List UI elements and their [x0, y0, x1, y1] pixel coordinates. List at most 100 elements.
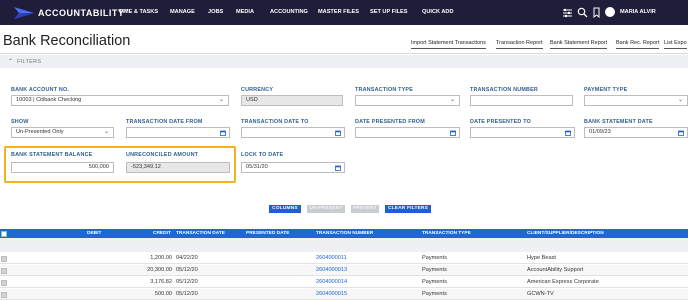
payment-type-select[interactable]: ⌄	[584, 95, 688, 106]
statement-date-input[interactable]: 01/09/23	[584, 127, 688, 138]
transaction-date-cell: 05/12/20	[176, 267, 198, 273]
column-header-presented-date[interactable]: PRESENTED DATE	[246, 229, 289, 238]
list-export-link[interactable]: List Expo	[664, 40, 687, 49]
row-checkbox[interactable]	[1, 267, 7, 274]
transaction-report-link[interactable]: Transaction Report	[496, 40, 543, 49]
app-logo[interactable]: ACCOUNTABILITY™	[14, 5, 129, 20]
calendar-icon[interactable]	[335, 130, 341, 136]
row-checkbox[interactable]	[1, 255, 7, 262]
presented-to-input[interactable]	[470, 127, 575, 138]
transaction-type-cell: Payments	[422, 279, 447, 285]
logo-text: ACCOUNTABILITY™	[38, 7, 129, 18]
table-row[interactable]: 20,300.00 05/12/20 2604000013 Payments A…	[0, 265, 688, 276]
column-header-debit[interactable]: DEBIT	[87, 229, 101, 238]
statement-balance-label: BANK STATEMENT BALANCE	[11, 152, 93, 158]
presented-from-input[interactable]	[355, 127, 460, 138]
show-label: SHOW	[11, 119, 29, 125]
top-nav-bar: ACCOUNTABILITY™ TIME & TASKS MANAGE JOBS…	[0, 0, 688, 25]
unreconciled-label: UNRECONCILED AMOUNT	[126, 152, 199, 158]
filters-label: FILTERS	[17, 58, 42, 65]
bank-account-select[interactable]: 10003 | Citibank Checking ⌄	[11, 95, 229, 106]
table-row[interactable]: 1,200.00 04/22/20 2604000011 Payments Hy…	[0, 253, 688, 264]
unreconciled-field: -523,349.12	[126, 162, 230, 173]
un-present-button[interactable]: UN-PRESENT	[307, 205, 345, 213]
transaction-number-label: TRANSACTION NUMBER	[470, 87, 538, 93]
chevron-down-icon: ⌄	[449, 97, 455, 103]
calendar-icon[interactable]	[335, 165, 341, 171]
calendar-icon[interactable]	[565, 130, 571, 136]
lock-to-date-input[interactable]: 05/31/20	[241, 162, 345, 173]
bookmark-icon[interactable]	[591, 7, 602, 18]
column-header-transaction-type[interactable]: TRANSACTION TYPE	[422, 229, 471, 238]
statement-date-value: 01/09/23	[589, 129, 611, 135]
date-to-input[interactable]	[241, 127, 345, 138]
presented-to-label: DATE PRESENTED TO	[470, 119, 532, 125]
table-row[interactable]: 3,176.82 05/12/20 2604000014 Payments Am…	[0, 277, 688, 288]
logo-mark-icon	[14, 6, 34, 19]
credit-cell: 3,176.82	[150, 279, 172, 285]
import-statement-link[interactable]: Import Statement Transactions	[411, 40, 486, 49]
presented-from-label: DATE PRESENTED FROM	[355, 119, 425, 125]
bank-account-value: 10003 | Citibank Checking	[16, 97, 82, 103]
chevron-down-icon: ⌄	[677, 97, 683, 103]
currency-label: CURRENCY	[241, 87, 274, 93]
search-icon[interactable]	[577, 7, 588, 18]
payment-type-label: PAYMENT TYPE	[584, 87, 628, 93]
transaction-number-link[interactable]: 2604000015	[316, 289, 347, 300]
nav-master-files[interactable]: MASTER FILES	[318, 0, 359, 25]
statement-date-label: BANK STATEMENT DATE	[584, 119, 653, 125]
nav-time-tasks[interactable]: TIME & TASKS	[119, 0, 158, 25]
select-all-checkbox[interactable]	[1, 230, 7, 237]
transaction-number-input[interactable]	[470, 95, 573, 106]
columns-button[interactable]: COLUMNS	[269, 205, 301, 213]
show-select[interactable]: Un-Presented Only ⌄	[11, 127, 114, 138]
row-checkbox[interactable]	[1, 279, 7, 286]
column-header-client[interactable]: CLIENT/SUPPLIER/DESCRIPTION	[527, 229, 604, 238]
calendar-icon[interactable]	[450, 130, 456, 136]
nav-quick-add[interactable]: QUICK ADD	[422, 0, 454, 25]
present-button[interactable]: PRESENT	[351, 205, 379, 213]
clear-filters-button[interactable]: CLEAR FILTERS	[385, 205, 431, 213]
nav-set-up-files[interactable]: SET UP FILES	[370, 0, 408, 25]
bank-rec-report-link[interactable]: Bank Rec. Report	[616, 40, 660, 49]
transaction-type-label: TRANSACTION TYPE	[355, 87, 414, 93]
credit-cell: 500.00	[154, 291, 172, 297]
grid-header: DEBIT CREDIT TRANSACTION DATE PRESENTED …	[0, 229, 688, 238]
user-name[interactable]: MARIA ALVIR	[620, 0, 656, 25]
currency-value: USD	[246, 97, 258, 103]
nav-manage[interactable]: MANAGE	[170, 0, 195, 25]
client-cell: American Express Corporate	[527, 279, 599, 285]
statement-balance-input[interactable]: 500,000	[11, 162, 114, 173]
nav-media[interactable]: MEDIA	[236, 0, 254, 25]
title-divider	[0, 53, 688, 54]
nav-accounting[interactable]: ACCOUNTING	[270, 0, 308, 25]
column-header-transaction-number[interactable]: TRANSACTION NUMBER	[316, 229, 373, 238]
transaction-type-select[interactable]: ⌄	[355, 95, 460, 106]
calendar-icon[interactable]	[220, 130, 226, 136]
date-from-input[interactable]	[126, 127, 230, 138]
calendar-icon[interactable]	[678, 130, 684, 136]
column-header-credit[interactable]: CREDIT	[153, 229, 171, 238]
transaction-date-cell: 05/12/20	[176, 291, 198, 297]
transaction-number-link[interactable]: 2604000014	[316, 277, 347, 288]
chevron-down-icon: ⌄	[103, 129, 109, 135]
date-from-label: TRANSACTION DATE FROM	[126, 119, 203, 125]
transaction-type-cell: Payments	[422, 291, 447, 297]
row-checkbox[interactable]	[1, 291, 7, 298]
chevron-up-icon: ⌃	[8, 59, 14, 65]
filters-toggle[interactable]: ⌃ FILTERS	[0, 55, 688, 68]
transaction-date-cell: 04/22/20	[176, 255, 198, 261]
filter-settings-icon[interactable]	[562, 7, 573, 18]
user-avatar[interactable]	[605, 7, 615, 17]
nav-jobs[interactable]: JOBS	[208, 0, 223, 25]
show-value: Un-Presented Only	[16, 129, 64, 135]
transaction-number-link[interactable]: 2604000013	[316, 265, 347, 276]
credit-cell: 1,200.00	[150, 255, 172, 261]
client-cell: AccountAbility Support	[527, 267, 584, 273]
client-cell: Hype Beast	[527, 255, 556, 261]
table-row[interactable]: 500.00 05/12/20 2604000015 Payments GCWN…	[0, 289, 688, 300]
column-header-transaction-date[interactable]: TRANSACTION DATE	[176, 229, 225, 238]
transaction-number-link[interactable]: 2604000011	[316, 253, 347, 264]
bank-statement-report-link[interactable]: Bank Statement Report	[550, 40, 608, 49]
unreconciled-value: -523,349.12	[131, 164, 161, 170]
